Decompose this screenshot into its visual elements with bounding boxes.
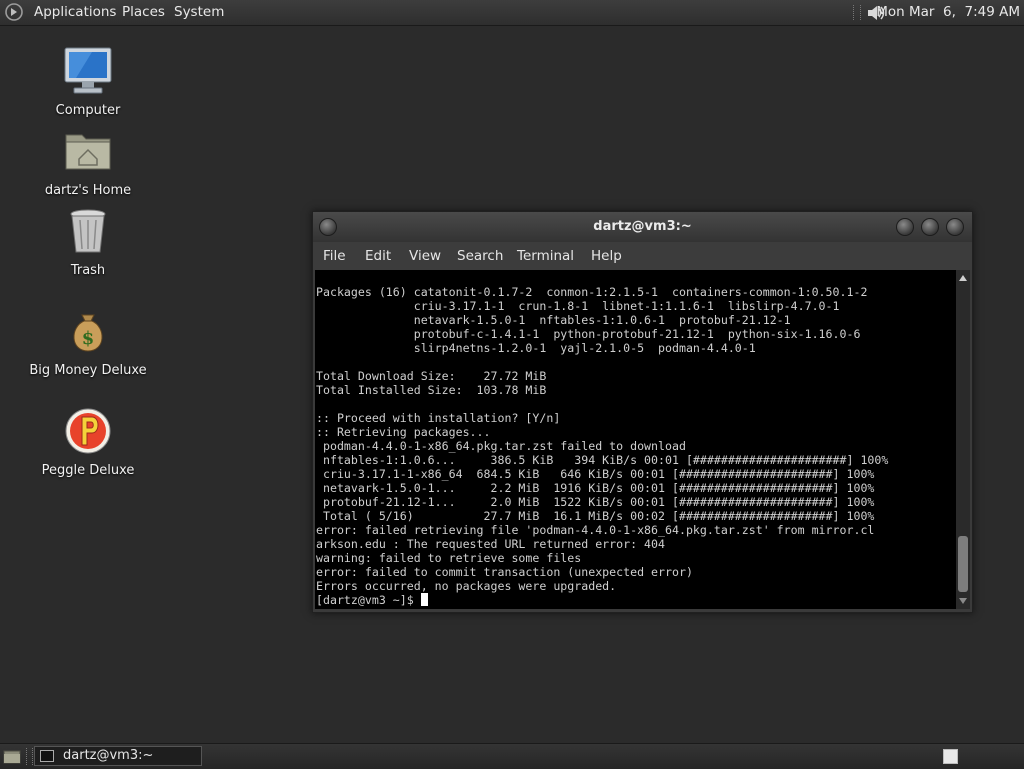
terminal-output-area[interactable]: Packages (16) catatonit-0.1.7-2 conmon-1… xyxy=(315,270,956,609)
taskbar-button-label: dartz@vm3:~ xyxy=(63,748,154,763)
terminal-output: Packages (16) catatonit-0.1.7-2 conmon-1… xyxy=(316,285,888,607)
desktop-icon-label: dartz's Home xyxy=(44,183,132,198)
menu-help[interactable]: Help xyxy=(591,248,622,264)
show-desktop-icon[interactable] xyxy=(3,748,21,765)
svg-text:$: $ xyxy=(82,328,95,349)
clock[interactable]: Mon Mar 6, 7:49 AM xyxy=(876,4,1020,20)
terminal-window[interactable]: dartz@vm3:~ File Edit View Search Termin… xyxy=(312,211,973,613)
desktop-icon-big-money[interactable]: $ Big Money Deluxe xyxy=(18,305,158,378)
minimize-button[interactable] xyxy=(896,218,914,236)
menu-search[interactable]: Search xyxy=(457,248,503,264)
desktop-icon-home[interactable]: dartz's Home xyxy=(18,125,158,198)
menu-view[interactable]: View xyxy=(409,248,441,264)
desktop-icon-label: Computer xyxy=(55,103,121,118)
top-panel: Applications Places System Mon Mar 6, 7:… xyxy=(0,0,1024,26)
vertical-scrollbar[interactable] xyxy=(956,270,970,609)
bottom-panel: dartz@vm3:~ xyxy=(0,743,1024,769)
menu-terminal[interactable]: Terminal xyxy=(517,248,574,264)
terminal-icon xyxy=(40,750,54,762)
window-title: dartz@vm3:~ xyxy=(593,219,692,234)
trash-icon xyxy=(70,209,106,253)
scroll-down-arrow-icon[interactable] xyxy=(959,598,967,604)
workspace-switcher-icon[interactable] xyxy=(943,749,958,764)
panel-separator xyxy=(26,748,33,765)
computer-icon xyxy=(64,47,112,94)
menu-edit[interactable]: Edit xyxy=(365,248,391,264)
desktop-icon-trash[interactable]: Trash xyxy=(18,205,158,278)
money-bag-icon: $ xyxy=(73,314,103,352)
text-cursor xyxy=(420,593,428,606)
desktop-icon-peggle[interactable]: Peggle Deluxe xyxy=(18,405,158,478)
home-folder-icon xyxy=(65,134,111,170)
places-menu[interactable]: Places xyxy=(122,4,165,20)
desktop-icon-computer[interactable]: Computer xyxy=(18,45,158,118)
desktop-icon-label: Trash xyxy=(70,263,106,278)
close-button[interactable] xyxy=(946,218,964,236)
panel-separator xyxy=(853,5,861,20)
taskbar-button-terminal[interactable]: dartz@vm3:~ xyxy=(34,746,202,766)
gnome-foot-icon[interactable] xyxy=(5,3,23,21)
peggle-icon xyxy=(65,408,111,454)
scroll-up-arrow-icon[interactable] xyxy=(959,275,967,281)
terminal-output-text: Packages (16) catatonit-0.1.7-2 conmon-1… xyxy=(316,285,889,607)
system-menu[interactable]: System xyxy=(174,4,224,20)
desktop-icon-label: Big Money Deluxe xyxy=(29,363,147,378)
terminal-menubar: File Edit View Search Terminal Help xyxy=(313,242,972,270)
scrollbar-thumb[interactable] xyxy=(958,536,968,592)
desktop-icon-label: Peggle Deluxe xyxy=(41,463,135,478)
maximize-button[interactable] xyxy=(921,218,939,236)
terminal-titlebar[interactable]: dartz@vm3:~ xyxy=(313,212,972,242)
menu-file[interactable]: File xyxy=(323,248,346,264)
applications-menu[interactable]: Applications xyxy=(34,4,116,20)
